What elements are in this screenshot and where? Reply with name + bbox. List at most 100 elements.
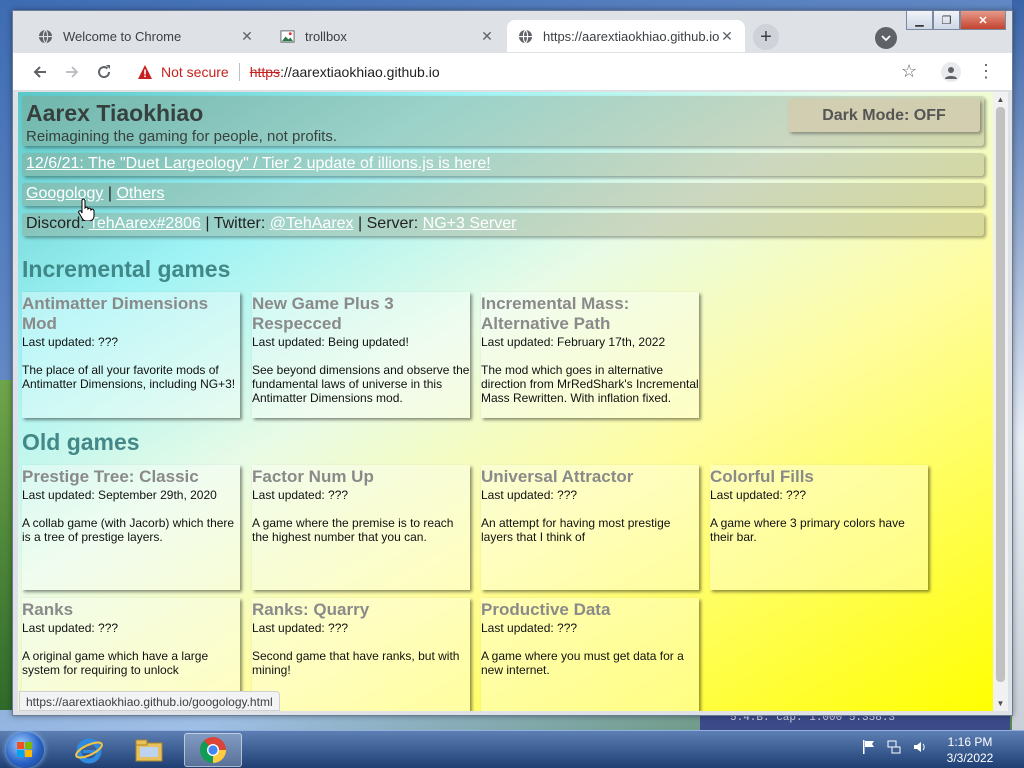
file-explorer-icon[interactable] <box>120 733 178 767</box>
divider <box>238 63 240 81</box>
game-updated: Last updated: ??? <box>481 621 578 635</box>
old-heading: Old games <box>22 429 140 455</box>
start-button[interactable] <box>6 732 44 768</box>
new-tab-button[interactable]: + <box>753 24 779 50</box>
menu-kebab-icon[interactable]: ⋮ <box>977 61 995 82</box>
game-card[interactable]: Productive Data Last updated: ??? A game… <box>481 598 699 711</box>
chrome-icon[interactable] <box>184 733 242 767</box>
scroll-thumb[interactable] <box>996 107 1005 682</box>
hand-cursor-icon <box>77 197 97 222</box>
tab-title: https://aarextiaokhiao.github.io <box>543 28 719 44</box>
announcement-bar: 12/6/21: The "Duet Largeology" / Tier 2 … <box>22 153 984 176</box>
game-desc: A game where you must get data for a new… <box>481 649 684 677</box>
action-center-flag-icon[interactable] <box>862 739 876 760</box>
game-card[interactable]: Universal Attractor Last updated: ??? An… <box>481 465 699 590</box>
game-card[interactable]: Colorful Fills Last updated: ??? A game … <box>710 465 928 590</box>
tab-trollbox[interactable]: trollbox ✕ <box>269 20 505 52</box>
nav-others-link[interactable]: Others <box>116 185 164 202</box>
game-title: Productive Data <box>481 600 611 619</box>
twitter-label: | Twitter: <box>205 215 266 232</box>
game-title: Antimatter Dimensions Mod <box>22 294 209 333</box>
tab-title: Welcome to Chrome <box>63 28 182 44</box>
game-desc: A game where 3 primary colors have their… <box>710 516 905 544</box>
security-label[interactable]: Not secure <box>161 64 229 80</box>
game-title: New Game Plus 3 Respecced <box>252 294 394 333</box>
minimize-button[interactable]: ▁ <box>906 11 933 30</box>
nav-bar: Googology | Others <box>22 183 984 206</box>
reload-icon[interactable] <box>93 61 115 83</box>
system-tray <box>862 739 928 760</box>
url-host: ://aarextiaokhiao.github.io <box>280 64 440 80</box>
internet-explorer-icon[interactable] <box>60 733 118 767</box>
taskbar-clock[interactable]: 1:16 PM 3/3/2022 <box>940 734 1000 766</box>
game-desc: Second game that have ranks, but with mi… <box>252 649 460 677</box>
close-window-button[interactable]: ✕ <box>960 11 1006 30</box>
dark-mode-toggle[interactable]: Dark Mode: OFF <box>788 99 980 132</box>
browser-toolbar: Not secure https://aarextiaokhiao.github… <box>13 53 1012 91</box>
game-updated: Last updated: ??? <box>710 488 807 502</box>
game-updated: Last updated: ??? <box>252 488 349 502</box>
game-card[interactable]: Prestige Tree: Classic Last updated: Sep… <box>22 465 240 590</box>
scroll-down-arrow-icon[interactable]: ▼ <box>993 696 1008 711</box>
social-bar: Discord: TehAarex#2806 | Twitter: @TehAa… <box>22 213 984 236</box>
network-icon[interactable] <box>886 739 902 760</box>
game-card[interactable]: Factor Num Up Last updated: ??? A game w… <box>252 465 470 590</box>
game-updated: Last updated: ??? <box>252 621 349 635</box>
globe-icon <box>517 28 533 44</box>
tab-welcome[interactable]: Welcome to Chrome ✕ <box>27 20 265 52</box>
maximize-button[interactable]: ❐ <box>933 11 960 30</box>
game-updated: Last updated: September 29th, 2020 <box>22 488 217 502</box>
volume-icon[interactable] <box>912 739 928 760</box>
game-title: Colorful Fills <box>710 467 814 486</box>
tab-aarex[interactable]: https://aarextiaokhiao.github.io ✕ <box>507 20 745 52</box>
game-desc: A game where the premise is to reach the… <box>252 516 454 544</box>
desktop-wallpaper-right <box>1012 0 1024 730</box>
scroll-up-arrow-icon[interactable]: ▲ <box>993 92 1008 107</box>
game-card[interactable]: Incremental Mass: Alternative Path Last … <box>481 292 699 418</box>
incremental-heading: Incremental games <box>22 256 231 282</box>
clock-date: 3/3/2022 <box>946 751 994 765</box>
tab-strip: Welcome to Chrome ✕ trollbox ✕ https://a… <box>13 11 1012 53</box>
tab-search-icon[interactable] <box>875 27 897 49</box>
windows-taskbar: 1:16 PM 3/3/2022 <box>0 730 1024 768</box>
profile-avatar-icon[interactable] <box>941 62 961 82</box>
clock-time: 1:16 PM <box>947 735 993 749</box>
page-scrollbar[interactable]: ▲ ▼ <box>993 92 1008 711</box>
page-viewport: Aarex Tiaokhiao Reimagining the gaming f… <box>18 92 993 711</box>
address-bar[interactable]: Not secure https://aarextiaokhiao.github… <box>125 57 915 87</box>
browser-window: Welcome to Chrome ✕ trollbox ✕ https://a… <box>12 10 1013 716</box>
back-icon[interactable] <box>29 61 51 83</box>
window-controls: ▁ ❐ ✕ <box>906 11 1006 30</box>
nav-separator: | <box>107 185 112 202</box>
game-desc: The place of all your favorite mods of A… <box>22 363 236 391</box>
game-title: Ranks: Quarry <box>252 600 370 619</box>
close-icon[interactable]: ✕ <box>719 28 735 45</box>
game-updated: Last updated: February 17th, 2022 <box>481 335 666 349</box>
discord-link[interactable]: TehAarex#2806 <box>89 215 201 232</box>
url-scheme: https <box>249 64 281 80</box>
game-title: Incremental Mass: Alternative Path <box>481 294 630 333</box>
game-updated: Last updated: ??? <box>22 335 119 349</box>
bookmark-star-icon[interactable]: ☆ <box>901 61 917 82</box>
server-link[interactable]: NG+3 Server <box>423 215 517 232</box>
game-card[interactable]: Antimatter Dimensions Mod Last updated: … <box>22 292 240 418</box>
image-icon <box>279 28 295 44</box>
site-header: Aarex Tiaokhiao Reimagining the gaming f… <box>22 96 984 146</box>
close-icon[interactable]: ✕ <box>479 28 495 45</box>
game-desc: An attempt for having most prestige laye… <box>481 516 671 544</box>
game-title: Ranks <box>22 600 74 619</box>
server-label: | Server: <box>358 215 419 232</box>
game-card[interactable]: Ranks: Quarry Last updated: ??? Second g… <box>252 598 470 711</box>
game-updated: Last updated: ??? <box>22 621 119 635</box>
game-desc: A collab game (with Jacorb) which there … <box>22 516 235 544</box>
forward-icon[interactable] <box>61 61 83 83</box>
game-title: Universal Attractor <box>481 467 634 486</box>
game-desc: A original game which have a large syste… <box>22 649 209 677</box>
game-updated: Last updated: Being updated! <box>252 335 409 349</box>
announcement-link[interactable]: 12/6/21: The "Duet Largeology" / Tier 2 … <box>26 155 491 172</box>
close-icon[interactable]: ✕ <box>239 28 255 45</box>
twitter-link[interactable]: @TehAarex <box>270 215 354 232</box>
link-status-bubble: https://aarextiaokhiao.github.io/googolo… <box>19 691 280 711</box>
game-desc: See beyond dimensions and observe the fu… <box>252 363 470 405</box>
game-card[interactable]: New Game Plus 3 Respecced Last updated: … <box>252 292 470 418</box>
